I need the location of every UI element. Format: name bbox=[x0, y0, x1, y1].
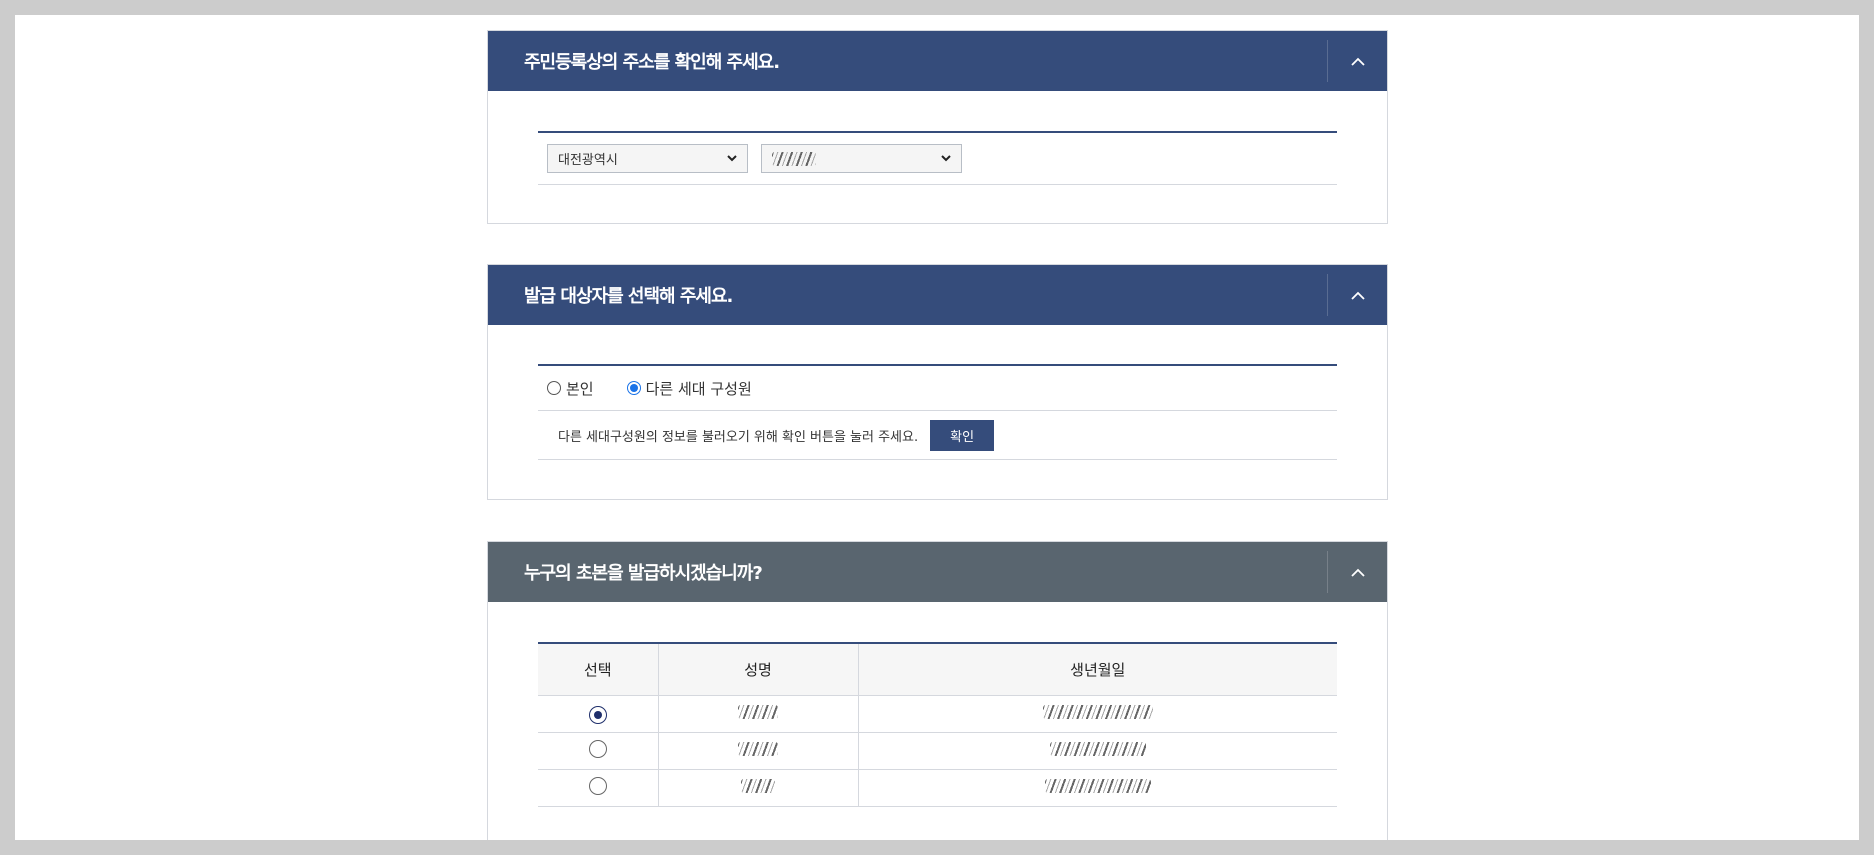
member-panel-title: 누구의 초본을 발급하시겠습니까? bbox=[524, 563, 763, 584]
table-row[interactable] bbox=[538, 695, 1337, 733]
row-radio[interactable] bbox=[588, 705, 607, 724]
address-panel-title: 주민등록상의 주소를 확인해 주세요. bbox=[524, 52, 780, 73]
table-row[interactable] bbox=[538, 769, 1337, 807]
address-panel-toggle[interactable] bbox=[1327, 40, 1387, 82]
confirm-help-text: 다른 세대구성원의 정보를 불러오기 위해 확인 버튼을 눌러 주세요. bbox=[558, 429, 919, 445]
row-radio[interactable] bbox=[588, 739, 607, 758]
option-self[interactable]: 본인 bbox=[547, 378, 594, 399]
member-name bbox=[741, 779, 775, 793]
option-other-member-label: 다른 세대 구성원 bbox=[645, 379, 752, 398]
member-panel: 누구의 초본을 발급하시겠습니까? 선택 성명 생년월일 bbox=[487, 541, 1388, 840]
option-self-label: 본인 bbox=[566, 379, 594, 398]
column-name: 성명 bbox=[657, 644, 858, 696]
target-panel-title: 발급 대상자를 선택해 주세요. bbox=[524, 286, 733, 307]
member-birth bbox=[1042, 705, 1153, 719]
member-panel-header: 누구의 초본을 발급하시겠습니까? bbox=[488, 542, 1387, 602]
member-birth bbox=[1049, 742, 1146, 756]
chevron-up-icon bbox=[1350, 291, 1365, 300]
member-name bbox=[738, 742, 778, 756]
member-panel-toggle[interactable] bbox=[1327, 551, 1387, 593]
target-panel-header: 발급 대상자를 선택해 주세요. bbox=[488, 265, 1387, 325]
table-row[interactable] bbox=[538, 732, 1337, 770]
chevron-up-icon bbox=[1350, 568, 1365, 577]
chevron-down-icon bbox=[727, 155, 737, 162]
option-other-member[interactable]: 다른 세대 구성원 bbox=[626, 378, 752, 399]
page: 주민등록상의 주소를 확인해 주세요. 대전광역시 발급 대상자를 선택해 주세… bbox=[15, 15, 1859, 840]
row-radio[interactable] bbox=[588, 776, 607, 795]
address-panel: 주민등록상의 주소를 확인해 주세요. 대전광역시 bbox=[487, 30, 1388, 224]
city-select-value: 대전광역시 bbox=[558, 153, 618, 168]
member-birth bbox=[1044, 779, 1151, 793]
member-table: 선택 성명 생년월일 bbox=[538, 644, 1337, 807]
radio-self[interactable] bbox=[547, 381, 561, 395]
district-select[interactable] bbox=[761, 144, 962, 173]
column-select: 선택 bbox=[538, 644, 658, 696]
city-select[interactable]: 대전광역시 bbox=[547, 144, 748, 173]
radio-other-member[interactable] bbox=[626, 381, 641, 395]
chevron-down-icon bbox=[941, 155, 951, 162]
target-panel: 발급 대상자를 선택해 주세요. 본인 다른 세대 구성원 다른 세대구성원의 … bbox=[487, 264, 1388, 500]
table-header-row: 선택 성명 생년월일 bbox=[538, 644, 1337, 696]
district-select-value bbox=[772, 151, 816, 166]
member-name bbox=[738, 705, 778, 719]
chevron-up-icon bbox=[1350, 57, 1365, 66]
target-panel-toggle[interactable] bbox=[1327, 274, 1387, 316]
column-birth: 생년월일 bbox=[857, 644, 1337, 696]
address-panel-header: 주민등록상의 주소를 확인해 주세요. bbox=[488, 31, 1387, 91]
confirm-button[interactable]: 확인 bbox=[930, 419, 995, 451]
